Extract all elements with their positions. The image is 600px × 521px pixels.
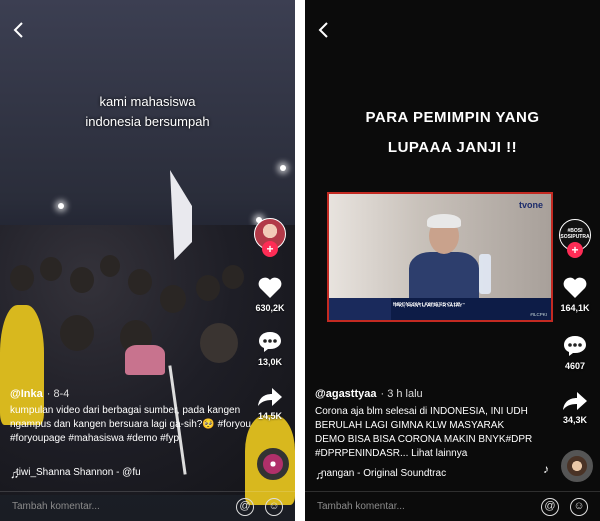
comment-button[interactable]: 13,0K [250, 330, 290, 367]
comment-input[interactable]: Tambah komentar... [12, 501, 100, 512]
share-count: 34,3K [562, 415, 588, 425]
tv-hashtag: #ILCPKI [530, 312, 547, 317]
comment-input[interactable]: Tambah komentar... [317, 501, 405, 512]
sound-title: tiwi_Shanna Shannon - @fu [16, 467, 141, 478]
overlay-line-1: PARA PEMIMPIN YANG [365, 109, 540, 126]
share-icon [258, 388, 282, 406]
sound-disc[interactable] [257, 448, 289, 480]
back-chevron-left-icon[interactable] [317, 20, 333, 40]
post-date: · 8-4 [46, 388, 70, 400]
tv-logo: tvone [518, 200, 543, 210]
at-icon[interactable]: @ [236, 498, 254, 516]
sound-info[interactable]: ♫ nangan - Original Soundtrac [315, 468, 447, 482]
comment-count: 4607 [564, 361, 586, 371]
comment-count: 13,0K [257, 357, 283, 367]
username[interactable]: @agasttyaa · 3 h lalu [315, 388, 423, 400]
avatar-text: #BOSI SOSIPUTRA [560, 228, 590, 240]
username[interactable]: @Inka · 8-4 [10, 388, 69, 400]
like-button[interactable]: 164,1K [555, 276, 595, 313]
share-count: 14,5K [257, 411, 283, 421]
share-button[interactable]: 34,3K [555, 390, 595, 425]
comment-icon [259, 332, 281, 352]
comment-icon [564, 336, 586, 356]
emoji-icon[interactable]: ☺ [570, 498, 588, 516]
music-note-icon: ♫ [315, 468, 324, 482]
tv-screenshot: tvone INDONESIA LAWYERS CLUB "PKI, HANTU… [327, 192, 553, 322]
at-icon[interactable]: @ [541, 498, 559, 516]
sound-title: nangan - Original Soundtrac [321, 468, 447, 479]
video-caption: kumpulan video dari berbagai sumber, pad… [10, 405, 251, 444]
overlay-caption: PARA PEMIMPIN YANG LUPAAA JANJI !! [305, 103, 600, 163]
overlay-line-1: kami mahasiswa [99, 94, 196, 109]
like-button[interactable]: 630,2K [250, 276, 290, 313]
share-button[interactable]: 14,5K [250, 386, 290, 421]
video-caption: Corona aja blm selesai di INDONESIA, INI… [315, 406, 533, 459]
music-note-icon: ♪ [543, 462, 549, 476]
share-icon [563, 392, 587, 410]
follow-plus-icon[interactable]: + [567, 242, 583, 258]
emoji-icon[interactable]: ☺ [265, 498, 283, 516]
sound-info[interactable]: ♫ tiwi_Shanna Shannon - @fu [10, 467, 141, 481]
comment-bar[interactable]: Tambah komentar... @ ☺ [0, 491, 295, 521]
creator-avatar[interactable]: + [250, 218, 290, 257]
video-panel-left[interactable]: kami mahasiswa indonesia bersumpah + 630… [0, 0, 295, 521]
overlay-caption: kami mahasiswa indonesia bersumpah [0, 92, 295, 132]
follow-plus-icon[interactable]: + [262, 241, 278, 257]
like-count: 630,2K [255, 303, 285, 313]
overlay-line-2: indonesia bersumpah [85, 114, 210, 129]
overlay-line-2: LUPAAA JANJI !! [387, 139, 518, 156]
comment-button[interactable]: 4607 [555, 334, 595, 371]
post-date: · 3 h lalu [380, 388, 423, 400]
tv-speaker [409, 212, 479, 307]
tv-chyron: "PKI, HANTU ATAU RYATAY" [393, 303, 465, 309]
video-panel-right[interactable]: PARA PEMIMPIN YANG LUPAAA JANJI !! tvone… [305, 0, 600, 521]
creator-avatar[interactable]: #BOSI SOSIPUTRA + [555, 219, 595, 258]
back-chevron-left-icon[interactable] [12, 20, 28, 40]
heart-icon [258, 277, 282, 298]
sound-disc[interactable] [561, 450, 593, 482]
like-count: 164,1K [560, 303, 590, 313]
heart-icon [563, 277, 587, 298]
music-note-icon: ♫ [10, 467, 19, 481]
comment-bar[interactable]: Tambah komentar... @ ☺ [305, 491, 600, 521]
